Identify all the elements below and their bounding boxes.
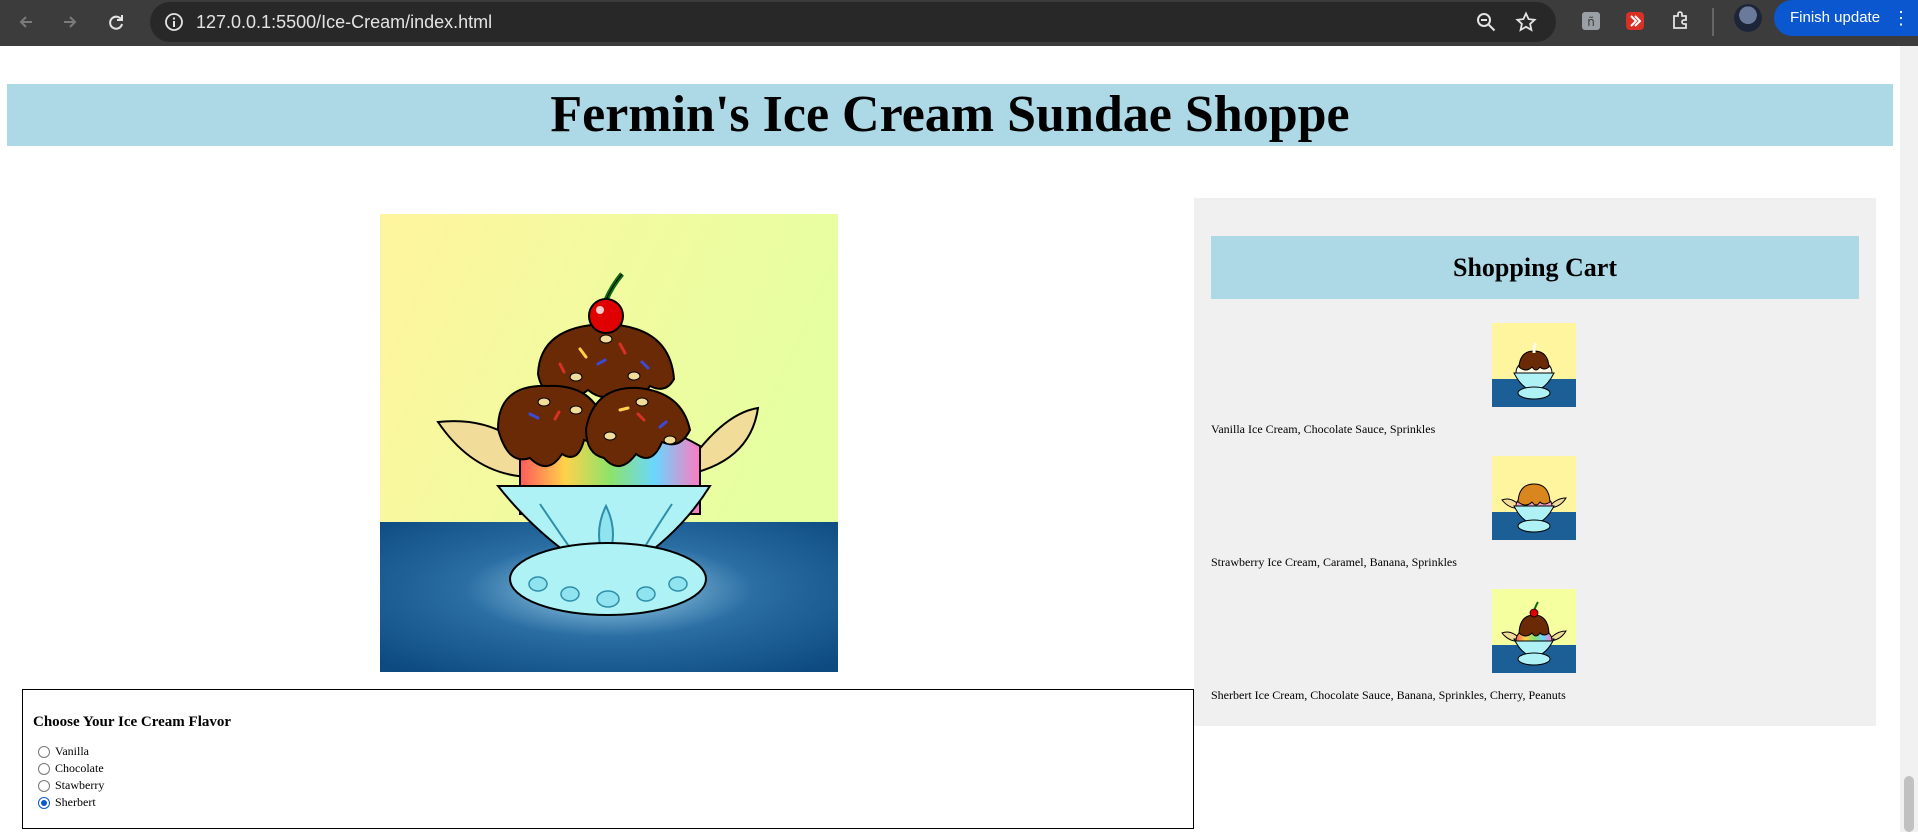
more-menu-icon[interactable]: ⋮ bbox=[1892, 0, 1910, 36]
radio-vanilla[interactable] bbox=[38, 745, 50, 758]
cart-item-thumbnail bbox=[1492, 323, 1576, 407]
back-arrow-icon bbox=[19, 16, 32, 28]
radio-strawberry[interactable] bbox=[38, 779, 50, 792]
page-title: Fermin's Ice Cream Sundae Shoppe bbox=[550, 86, 1350, 143]
flavor-label: Chocolate bbox=[55, 761, 104, 775]
flavor-option-vanilla[interactable]: Vanilla bbox=[33, 743, 1183, 760]
browser-toolbar: 127.0.0.1:5500/Ice-Cream/index.html ñ Fi… bbox=[0, 0, 1918, 46]
radio-sherbert[interactable] bbox=[38, 796, 50, 809]
cart-item-description: Strawberry Ice Cream, Caramel, Banana, S… bbox=[1211, 555, 1457, 569]
flavor-option-chocolate[interactable]: Chocolate bbox=[33, 760, 1183, 777]
site-header: Fermin's Ice Cream Sundae Shoppe bbox=[7, 84, 1893, 146]
cart-item-thumbnail bbox=[1492, 589, 1576, 673]
page-scrollbar[interactable] bbox=[1900, 46, 1918, 832]
scrollbar-thumb[interactable] bbox=[1904, 776, 1914, 832]
address-bar[interactable]: 127.0.0.1:5500/Ice-Cream/index.html bbox=[150, 2, 1556, 42]
forward-button[interactable] bbox=[52, 4, 88, 40]
forward-arrow-icon bbox=[64, 16, 77, 28]
flavor-option-sherbert[interactable]: Sherbert bbox=[33, 794, 1183, 811]
cart-item-thumbnail bbox=[1492, 456, 1576, 540]
reload-icon bbox=[109, 15, 123, 30]
bookmark-star-icon[interactable] bbox=[1512, 8, 1540, 36]
flavor-label: Stawberry bbox=[55, 778, 105, 792]
flavor-heading: Choose Your Ice Cream Flavor bbox=[33, 714, 232, 730]
profile-avatar[interactable] bbox=[1734, 4, 1762, 32]
url-text[interactable]: 127.0.0.1:5500/Ice-Cream/index.html bbox=[196, 10, 492, 34]
finish-update-button[interactable]: Finish update ⋮ bbox=[1774, 0, 1918, 36]
extension-icon[interactable] bbox=[1620, 6, 1650, 36]
flavor-label: Sherbert bbox=[55, 795, 96, 809]
back-button[interactable] bbox=[8, 4, 44, 40]
puzzle-icon[interactable] bbox=[1666, 6, 1696, 36]
finish-update-label: Finish update bbox=[1790, 9, 1881, 26]
radio-chocolate[interactable] bbox=[38, 762, 50, 775]
svg-text:ñ: ñ bbox=[1587, 15, 1595, 29]
extension-icon[interactable]: ñ bbox=[1576, 6, 1606, 36]
flavor-label: Vanilla bbox=[55, 744, 89, 758]
cart-title: Shopping Cart bbox=[1453, 253, 1617, 282]
cart-item-description: Vanilla Ice Cream, Chocolate Sauce, Spri… bbox=[1211, 422, 1436, 436]
site-info-icon[interactable] bbox=[162, 10, 186, 34]
flavor-option-strawberry[interactable]: Stawberry bbox=[33, 777, 1183, 794]
cart-item-description: Sherbert Ice Cream, Chocolate Sauce, Ban… bbox=[1211, 688, 1566, 702]
page-viewport: Fermin's Ice Cream Sundae Shoppe Choose … bbox=[0, 46, 1900, 832]
reload-button[interactable] bbox=[98, 4, 134, 40]
shopping-cart: Shopping Cart Vanilla Ice Cream, Chocola… bbox=[1194, 198, 1876, 726]
sundae-hero-image bbox=[380, 214, 838, 672]
flavor-chooser: Choose Your Ice Cream Flavor Vanilla Cho… bbox=[22, 689, 1194, 829]
zoom-icon[interactable] bbox=[1472, 8, 1500, 36]
toolbar-divider bbox=[1712, 8, 1714, 36]
cart-header: Shopping Cart bbox=[1211, 236, 1859, 299]
